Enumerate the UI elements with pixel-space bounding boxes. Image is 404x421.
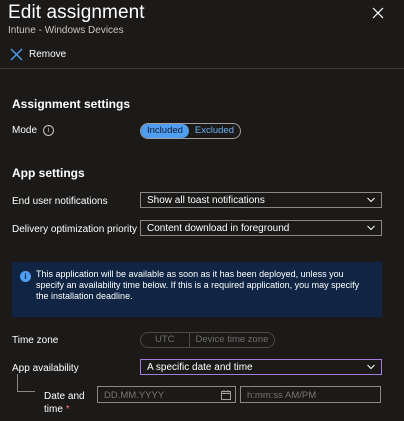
time-placeholder: h:mm:ss AM/PM — [247, 390, 317, 401]
date-placeholder: DD.MM.YYYY — [104, 390, 165, 401]
assignment-settings-heading: Assignment settings — [12, 97, 131, 111]
datetime-label: Date and time * — [44, 390, 85, 416]
info-icon[interactable]: i — [43, 125, 55, 136]
time-input[interactable]: h:mm:ss AM/PM — [240, 386, 381, 403]
datetime-label-text: time — [44, 404, 63, 415]
calendar-icon[interactable] — [221, 390, 231, 400]
datetime-label-line2: time * — [44, 403, 85, 416]
timezone-option-device[interactable]: Device time zone — [188, 333, 275, 347]
remove-icon — [10, 48, 23, 61]
delivery-label: Delivery optimization priority — [12, 224, 138, 235]
availability-label: App availability — [12, 363, 79, 374]
mode-option-included[interactable]: Included — [141, 124, 189, 138]
panel-subtitle: Intune - Windows Devices — [8, 25, 124, 36]
tree-connector — [17, 391, 35, 392]
mode-label: Mode — [12, 125, 38, 137]
notifications-value: Show all toast notifications — [147, 195, 265, 206]
delivery-value: Content download in foreground — [147, 223, 290, 234]
timezone-option-utc[interactable]: UTC — [141, 333, 189, 347]
notifications-label: End user notifications — [12, 196, 108, 207]
chevron-down-icon — [367, 364, 375, 370]
timezone-toggle[interactable]: UTC Device time zone — [140, 332, 276, 348]
datetime-label-line1: Date and — [44, 391, 85, 402]
toolbar-divider — [0, 68, 404, 69]
date-input[interactable]: DD.MM.YYYY — [97, 386, 236, 403]
remove-label: Remove — [29, 49, 67, 60]
banner-text: This application will be available as so… — [36, 269, 360, 301]
info-banner: i This application will be available as … — [12, 262, 382, 317]
notifications-dropdown[interactable]: Show all toast notifications — [140, 192, 382, 208]
chevron-down-icon — [367, 225, 375, 231]
chevron-down-icon — [367, 197, 375, 203]
mode-label-row: Mode i — [12, 125, 55, 137]
mode-option-excluded[interactable]: Excluded — [189, 124, 240, 138]
app-settings-heading: App settings — [12, 166, 85, 180]
timezone-label: Time zone — [12, 335, 59, 346]
close-icon[interactable] — [371, 6, 385, 20]
delivery-dropdown[interactable]: Content download in foreground — [140, 220, 382, 236]
mode-toggle[interactable]: Included Excluded — [140, 123, 242, 139]
remove-button[interactable]: Remove — [10, 48, 66, 61]
required-marker: * — [65, 404, 70, 415]
availability-value: A specific date and time — [147, 362, 253, 373]
availability-dropdown[interactable]: A specific date and time — [140, 359, 382, 375]
info-icon: i — [20, 271, 31, 282]
tree-connector — [17, 374, 18, 391]
panel-title: Edit assignment — [8, 2, 145, 23]
